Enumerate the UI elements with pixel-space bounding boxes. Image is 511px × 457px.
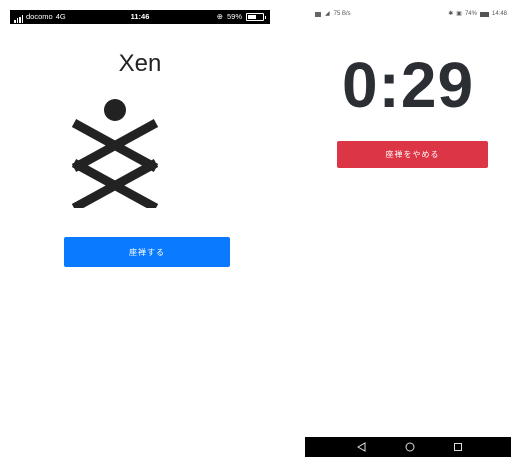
net-speed-label: 75 B/s — [333, 11, 351, 17]
app-title: Xen — [118, 50, 162, 77]
stop-zazen-button[interactable]: 座禅をやめる — [337, 141, 488, 168]
android-nav-bar — [305, 437, 511, 457]
bluetooth-icon: ✱ — [448, 11, 454, 17]
signal-icon: ◢ — [325, 11, 330, 17]
iphone-screen: docomo 4G 11:46 ⊕ 59% Xen 座禅する — [10, 10, 270, 450]
battery-icon — [246, 13, 266, 21]
status-time: 14:48 — [491, 11, 507, 17]
status-left: ◢ 75 B/s — [315, 8, 351, 20]
vibrate-icon: ▣ — [456, 11, 462, 17]
location-icon: ⊕ — [216, 12, 223, 21]
status-right: ✱ ▣ 74% 14:48 — [448, 8, 507, 20]
android-status-bar: ◢ 75 B/s ✱ ▣ 74% 14:48 — [305, 8, 511, 20]
ios-status-bar: docomo 4G 11:46 ⊕ 59% — [10, 10, 270, 24]
battery-percent: 59% — [226, 12, 242, 21]
android-screen: ◢ 75 B/s ✱ ▣ 74% 14:48 0:29 座禅をやめる — [305, 0, 511, 457]
timer-display: 0:29 — [341, 49, 475, 121]
status-right: ⊕ 59% — [216, 10, 266, 24]
battery-icon — [479, 11, 489, 17]
recent-square-icon[interactable] — [448, 437, 468, 457]
xen-logo-icon — [71, 99, 159, 208]
start-zazen-button[interactable]: 座禅する — [64, 237, 230, 267]
back-triangle-icon[interactable] — [352, 437, 372, 457]
battery-percent: 74% — [464, 11, 477, 17]
notification-icon — [315, 11, 321, 17]
home-circle-icon[interactable] — [400, 437, 420, 457]
